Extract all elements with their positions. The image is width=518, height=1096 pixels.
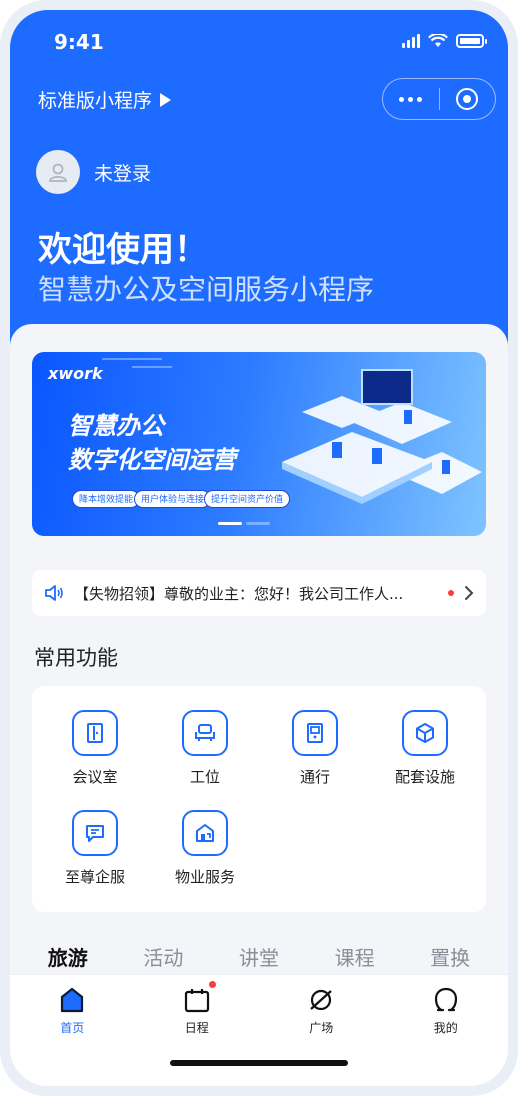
tabbar-mine[interactable]: 我的 (401, 985, 491, 1036)
welcome-title: 欢迎使用！ (38, 230, 208, 270)
tabbar-schedule[interactable]: 日程 (152, 981, 242, 1036)
access-icon (292, 710, 338, 756)
tab-label: 日程 (184, 1021, 209, 1035)
planet-icon (306, 985, 336, 1015)
workstation-icon (182, 710, 228, 756)
banner-carousel[interactable]: xwork 智慧办公 数字化空间运营 降本增效提能 用户体验与连接 提升空间资产… (32, 352, 486, 536)
banner-tag: 降本增效提能 (72, 490, 141, 508)
tab-label: 广场 (309, 1021, 334, 1035)
capsule-menu (382, 78, 496, 120)
main-content: xwork 智慧办公 数字化空间运营 降本增效提能 用户体验与连接 提升空间资产… (10, 324, 508, 1024)
status-bar: 9:41 (10, 10, 508, 74)
common-functions-title: 常用功能 (34, 646, 118, 670)
mini-program-title-text: 标准版小程序 (38, 90, 153, 112)
status-time: 9:41 (54, 30, 104, 54)
property-service-icon (182, 810, 228, 856)
enterprise-service-icon (72, 810, 118, 856)
avatar (36, 150, 80, 194)
user-login-row[interactable]: 未登录 (36, 150, 151, 194)
banner-brand: xwork (48, 364, 103, 383)
carousel-indicator-active (218, 522, 242, 525)
func-meeting-room[interactable]: 会议室 (40, 710, 150, 787)
status-icons (402, 34, 487, 48)
tab-label: 我的 (433, 1021, 458, 1035)
banner-tag: 提升空间资产价值 (204, 490, 291, 508)
close-miniprogram-button[interactable] (440, 79, 496, 119)
func-label: 通行 (299, 768, 330, 786)
tab-label: 首页 (60, 1021, 85, 1035)
chevron-right-icon (465, 586, 474, 600)
banner-slogan-line1: 智慧办公 (68, 412, 164, 440)
common-functions-card: 会议室 工位 通行 配套设施 至尊企服 物业服务 (32, 686, 486, 912)
func-access[interactable]: 通行 (260, 710, 370, 787)
func-label: 会议室 (72, 768, 118, 786)
wifi-icon (428, 34, 448, 47)
notice-bar[interactable]: 【失物招领】尊敬的业主：您好！我公司工作人... (32, 570, 486, 616)
user-icon (49, 163, 67, 182)
calendar-icon (182, 981, 216, 1015)
battery-icon (456, 34, 487, 48)
tabbar-square[interactable]: 广场 (276, 985, 366, 1036)
welcome-subtitle: 智慧办公及空间服务小程序 (38, 273, 375, 306)
facilities-icon (402, 710, 448, 756)
func-enterprise-service[interactable]: 至尊企服 (40, 810, 150, 887)
func-label: 物业服务 (174, 868, 235, 886)
func-label: 配套设施 (394, 768, 455, 786)
home-icon (57, 985, 87, 1015)
more-button[interactable] (383, 79, 439, 119)
func-label: 至尊企服 (64, 868, 125, 886)
func-property-service[interactable]: 物业服务 (150, 810, 260, 887)
signal-icon (402, 34, 420, 48)
more-dots-icon (399, 96, 423, 102)
notice-text: 【失物招领】尊敬的业主：您好！我公司工作人... (74, 584, 404, 603)
func-facilities[interactable]: 配套设施 (370, 710, 480, 787)
target-icon (456, 88, 479, 110)
func-workstation[interactable]: 工位 (150, 710, 260, 787)
banner-tag: 用户体验与连接 (134, 490, 212, 508)
home-indicator (170, 1060, 348, 1066)
func-label: 工位 (189, 768, 220, 786)
bottom-tab-bar: 首页 日程 广场 我的 (10, 974, 508, 1086)
play-triangle-icon (160, 92, 172, 107)
banner-slogan-line2: 数字化空间运营 (68, 446, 236, 474)
app-screen: 9:41 标准版小程序 未登录 欢迎使用！ 智慧办公及空间服务小程序 xwork… (10, 10, 508, 1086)
user-name: 未登录 (94, 162, 152, 185)
speaker-icon (45, 585, 63, 601)
schedule-badge-dot (208, 981, 216, 988)
mini-program-title[interactable]: 标准版小程序 (38, 86, 172, 113)
tabbar-home[interactable]: 首页 (27, 985, 117, 1036)
profile-icon (431, 985, 461, 1015)
phone-frame: 9:41 标准版小程序 未登录 欢迎使用！ 智慧办公及空间服务小程序 xwork… (0, 0, 518, 1096)
notice-unread-dot (448, 590, 454, 596)
meeting-room-icon (72, 710, 118, 756)
carousel-indicator (246, 522, 270, 525)
